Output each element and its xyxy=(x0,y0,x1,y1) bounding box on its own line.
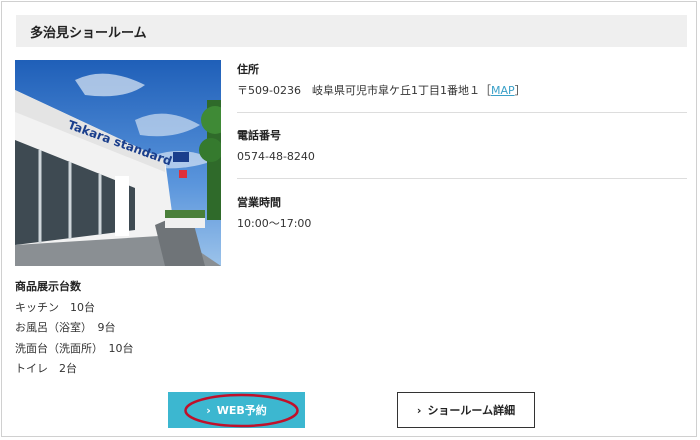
divider xyxy=(237,112,687,113)
address-section: 住所 〒509-0236 岐阜県可児市皐ケ丘1丁目1番地１［MAP］ xyxy=(237,63,687,98)
chevron-right-icon: › xyxy=(206,403,211,417)
display-item-kitchen: キッチン 10台 xyxy=(15,300,95,314)
display-item-washbasin: 洗面台（洗面所） 10台 xyxy=(15,341,134,355)
phone-value: 0574-48-8240 xyxy=(237,150,315,163)
map-link[interactable]: MAP xyxy=(491,84,515,97)
address-value: 〒509-0236 岐阜県可児市皐ケ丘1丁目1番地１ xyxy=(237,84,480,97)
map-bracket-open: ［ xyxy=(479,84,491,97)
display-counts: 商品展示台数 キッチン 10台 お風呂（浴室） 9台 洗面台（洗面所） 10台 … xyxy=(15,277,134,380)
web-reservation-label: WEB予約 xyxy=(216,404,267,417)
showroom-building-image: Takara standard xyxy=(15,60,221,266)
phone-label: 電話番号 xyxy=(237,129,281,142)
map-bracket-close: ］ xyxy=(514,84,526,97)
display-item-toilet: トイレ 2台 xyxy=(15,362,77,375)
address-label: 住所 xyxy=(237,63,259,76)
phone-section: 電話番号 0574-48-8240 xyxy=(237,129,687,164)
showroom-name: 多治見ショールーム xyxy=(30,25,147,41)
hours-label: 営業時間 xyxy=(237,196,281,209)
chevron-right-icon: › xyxy=(416,403,422,417)
hours-section: 営業時間 10:00～17:00 xyxy=(237,196,687,231)
showroom-photo: Takara standard xyxy=(15,60,221,266)
showroom-title: 多治見ショールーム xyxy=(16,15,687,47)
web-reservation-button[interactable]: › WEB予約 xyxy=(168,392,305,428)
address-value-line: 〒509-0236 岐阜県可児市皐ケ丘1丁目1番地１［MAP］ xyxy=(237,84,687,98)
divider xyxy=(237,178,687,179)
display-counts-title: 商品展示台数 xyxy=(15,280,81,293)
display-item-bath: お風呂（浴室） 9台 xyxy=(15,321,116,334)
showroom-card: 多治見ショールーム Takara standard 住所 〒509-0236 岐… xyxy=(1,1,697,437)
showroom-detail-label: ショールーム詳細 xyxy=(427,404,516,417)
showroom-detail-button[interactable]: › ショールーム詳細 xyxy=(397,392,535,428)
hours-value: 10:00～17:00 xyxy=(237,217,312,230)
